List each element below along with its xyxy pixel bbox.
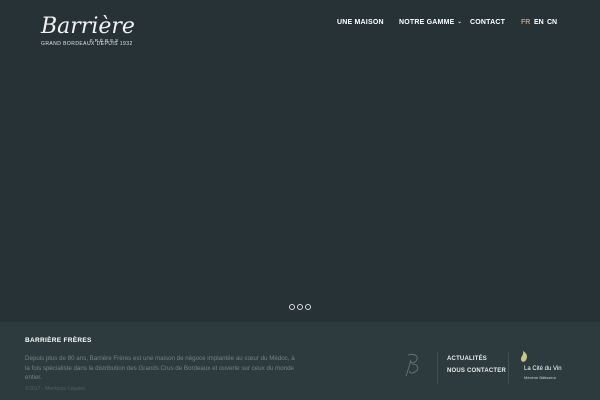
footer-divider [508, 352, 509, 384]
language-fr[interactable]: FR [521, 19, 530, 26]
slider-dot[interactable] [289, 304, 295, 310]
footer-description: Depuis plus de 80 ans, Barrière Frères e… [25, 355, 295, 382]
logo-script-text: Barrière [40, 14, 135, 39]
nav-item-une-maison[interactable]: UNE MAISON [337, 19, 384, 26]
partner-name: La Cité du Vin [524, 366, 562, 372]
nav-item-label: UNE MAISON [337, 19, 384, 26]
hero-slider: Barrière FRÈRES GRAND BORDEAUX DEPUIS 19… [0, 0, 600, 322]
slider-dot[interactable] [297, 304, 303, 310]
partner-logo[interactable]: La Cité du Vin Mécène Bâtisseur [518, 350, 578, 382]
footer-link-contact[interactable]: NOUS CONTACTER [447, 368, 506, 374]
language-en[interactable]: EN [534, 19, 544, 26]
site-footer: BARRIÈRE FRÈRES Depuis plus de 80 ans, B… [0, 322, 600, 400]
footer-title: BARRIÈRE FRÈRES [25, 337, 92, 344]
monogram-icon [402, 352, 424, 378]
chevron-down-icon: ⌄ [457, 19, 462, 25]
footer-copyright[interactable]: ©2017 - Mentions Légales [25, 386, 86, 392]
nav-item-notre-gamme[interactable]: NOTRE GAMME ⌄ [399, 19, 462, 26]
footer-link-actualites[interactable]: ACTUALITÉS [447, 356, 487, 362]
nav-item-label: CONTACT [470, 19, 506, 26]
slider-dot[interactable] [305, 304, 311, 310]
language-cn[interactable]: CN [547, 19, 557, 26]
footer-divider [437, 352, 438, 384]
wine-drop-icon [521, 351, 527, 362]
partner-subtitle: Mécène Bâtisseur [524, 375, 557, 380]
nav-item-label: NOTRE GAMME [399, 19, 455, 26]
logo-tagline: GRAND BORDEAUX DEPUIS 1932 [41, 41, 133, 47]
nav-item-contact[interactable]: CONTACT [470, 19, 505, 26]
